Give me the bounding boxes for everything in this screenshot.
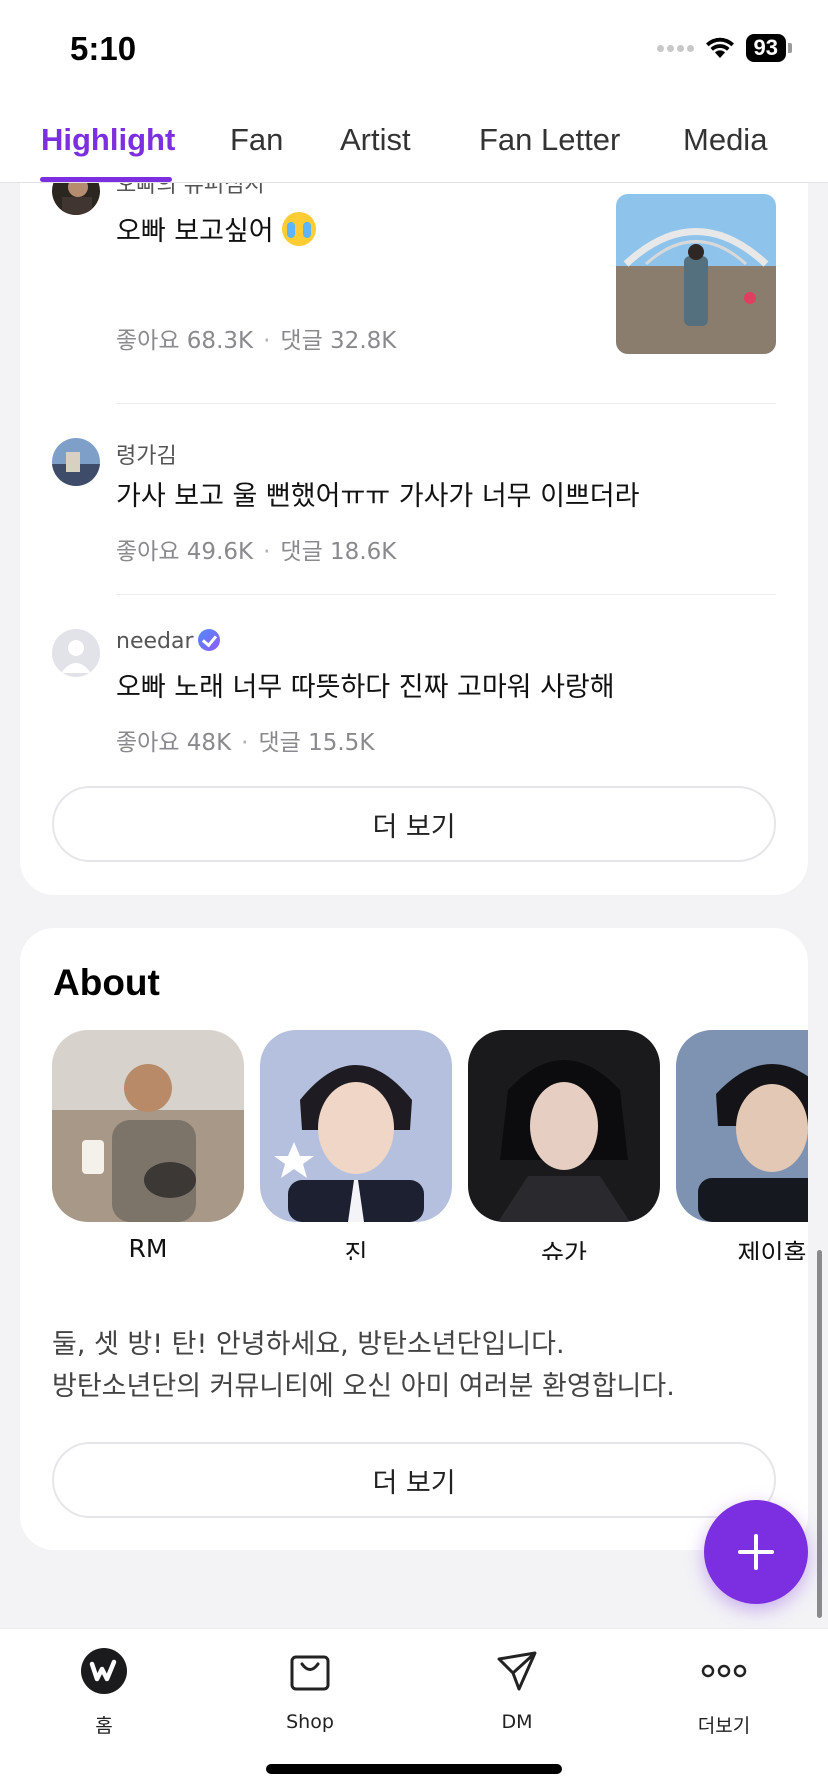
wifi-icon [705, 37, 734, 58]
likes-count: 68.3K [186, 328, 254, 354]
post-divider [116, 594, 776, 595]
status-time: 5:10 [70, 30, 137, 67]
tab-bar: Highlight Fan Artist Fan Letter Media [0, 100, 828, 183]
user-avatar[interactable] [52, 438, 100, 486]
about-description: 둘, 셋 방! 탄! 안녕하세요, 방탄소년단입니다. 방탄소년단의 커뮤니티에… [52, 1324, 782, 1408]
post-text-content: 오빠 보고싶어 [116, 216, 274, 247]
comments-count: 32.8K [330, 328, 397, 354]
member-card-jhope[interactable]: 제이홉 [676, 1030, 808, 1260]
status-icons: 93 [656, 34, 792, 62]
post-author[interactable]: 령가김 [116, 438, 177, 470]
crying-face-icon [281, 212, 316, 246]
post-stats: 좋아요 48K · 댓글 15.5K [116, 730, 375, 756]
verified-badge-icon [197, 629, 220, 651]
nav-home[interactable]: 홈 [34, 1643, 174, 1738]
post-author[interactable]: needar [116, 629, 220, 654]
cellular-signal-icon [656, 44, 694, 52]
member-card-suga[interactable]: 슈가 [468, 1030, 660, 1260]
home-indicator[interactable] [266, 1764, 562, 1774]
user-avatar[interactable] [52, 183, 100, 215]
shopping-bag-icon [240, 1643, 380, 1699]
post-thumbnail-image[interactable] [616, 194, 776, 354]
comments-count: 18.6K [330, 539, 397, 565]
member-photo [468, 1030, 660, 1222]
nav-more[interactable]: 더보기 [654, 1643, 794, 1738]
post-stats: 좋아요 68.3K · 댓글 32.8K [116, 328, 397, 354]
nav-home-label: 홈 [95, 1715, 113, 1737]
comments-label: 댓글 [280, 328, 323, 354]
post-author-name: needar [116, 629, 194, 654]
post-text: 가사 보고 울 뻔했어ㅠㅠ 가사가 너무 이쁘더라 [116, 481, 640, 512]
about-title: About [53, 962, 160, 1003]
about-more-button[interactable]: 더 보기 [52, 1442, 776, 1518]
member-card-rm[interactable]: RM [52, 1030, 244, 1260]
post-item[interactable]: 오빠의 뉴퍼심시 오빠 보고싶어 좋아요 68.3K · 댓글 32.8K [20, 183, 808, 387]
member-card-jin[interactable]: 진 [260, 1030, 452, 1260]
post-item[interactable]: needar 오빠 노래 너무 따뜻하다 진짜 고마워 사랑해 좋아요 48K ·… [20, 629, 808, 759]
likes-label: 좋아요 [116, 539, 180, 565]
nav-dm[interactable]: DM [447, 1643, 587, 1733]
about-description-line: 둘, 셋 방! 탄! 안녕하세요, 방탄소년단입니다. [52, 1329, 565, 1360]
likes-label: 좋아요 [116, 328, 180, 354]
create-post-button[interactable] [704, 1500, 808, 1604]
active-tab-indicator [40, 177, 172, 182]
battery-indicator: 93 [745, 34, 786, 62]
likes-count: 49.6K [186, 539, 254, 565]
tab-artist[interactable]: Artist [340, 122, 411, 158]
paper-plane-icon [447, 1643, 587, 1699]
scrollbar[interactable] [817, 1250, 822, 1618]
member-photo [52, 1030, 244, 1222]
member-name: 진 [344, 1239, 368, 1260]
member-name: 슈가 [540, 1239, 587, 1260]
comments-label: 댓글 [280, 539, 323, 565]
member-carousel[interactable]: RM 진 슈가 제이홉 [52, 1030, 808, 1260]
post-stats: 좋아요 49.6K · 댓글 18.6K [116, 539, 397, 565]
highlight-posts-card: 오빠의 뉴퍼심시 오빠 보고싶어 좋아요 68.3K · 댓글 32.8K 령가김 … [20, 183, 808, 895]
nav-dm-label: DM [501, 1711, 533, 1733]
member-name: RM [128, 1234, 168, 1260]
post-author[interactable]: 오빠의 뉴퍼심시 [116, 183, 265, 199]
plus-icon [738, 1534, 774, 1570]
about-description-line: 방탄소년단의 커뮤니티에 오신 아미 여러분 환영합니다. [52, 1371, 675, 1402]
about-card: About RM 진 슈가 제이홉 둘, 셋 방! 탄! 안녕하세요, 방탄소년… [20, 928, 808, 1550]
tab-media[interactable]: Media [683, 122, 767, 158]
battery-cap [788, 43, 792, 53]
comments-count: 15.5K [308, 730, 375, 756]
more-dots-icon [654, 1643, 794, 1699]
likes-count: 48K [186, 730, 232, 756]
post-text: 오빠 보고싶어 [116, 209, 316, 248]
posts-more-button[interactable]: 더 보기 [52, 786, 776, 862]
nav-shop-label: Shop [286, 1711, 334, 1733]
user-avatar[interactable] [52, 629, 100, 677]
tab-fan-letter[interactable]: Fan Letter [479, 122, 620, 158]
status-bar: 5:10 93 [0, 0, 828, 100]
post-text: 오빠 노래 너무 따뜻하다 진짜 고마워 사랑해 [116, 672, 615, 703]
nav-more-label: 더보기 [697, 1715, 751, 1737]
comments-label: 댓글 [258, 730, 301, 756]
nav-shop[interactable]: Shop [240, 1643, 380, 1733]
post-divider [116, 403, 776, 404]
tab-highlight[interactable]: Highlight [41, 122, 175, 158]
weverse-home-icon [34, 1643, 174, 1699]
member-photo [676, 1030, 808, 1222]
likes-label: 좋아요 [116, 730, 180, 756]
post-item[interactable]: 령가김 가사 보고 울 뻔했어ㅠㅠ 가사가 너무 이쁘더라 좋아요 49.6K ·… [20, 438, 808, 568]
member-photo [260, 1030, 452, 1222]
tab-fan[interactable]: Fan [230, 122, 283, 158]
member-name: 제이홉 [737, 1239, 807, 1260]
